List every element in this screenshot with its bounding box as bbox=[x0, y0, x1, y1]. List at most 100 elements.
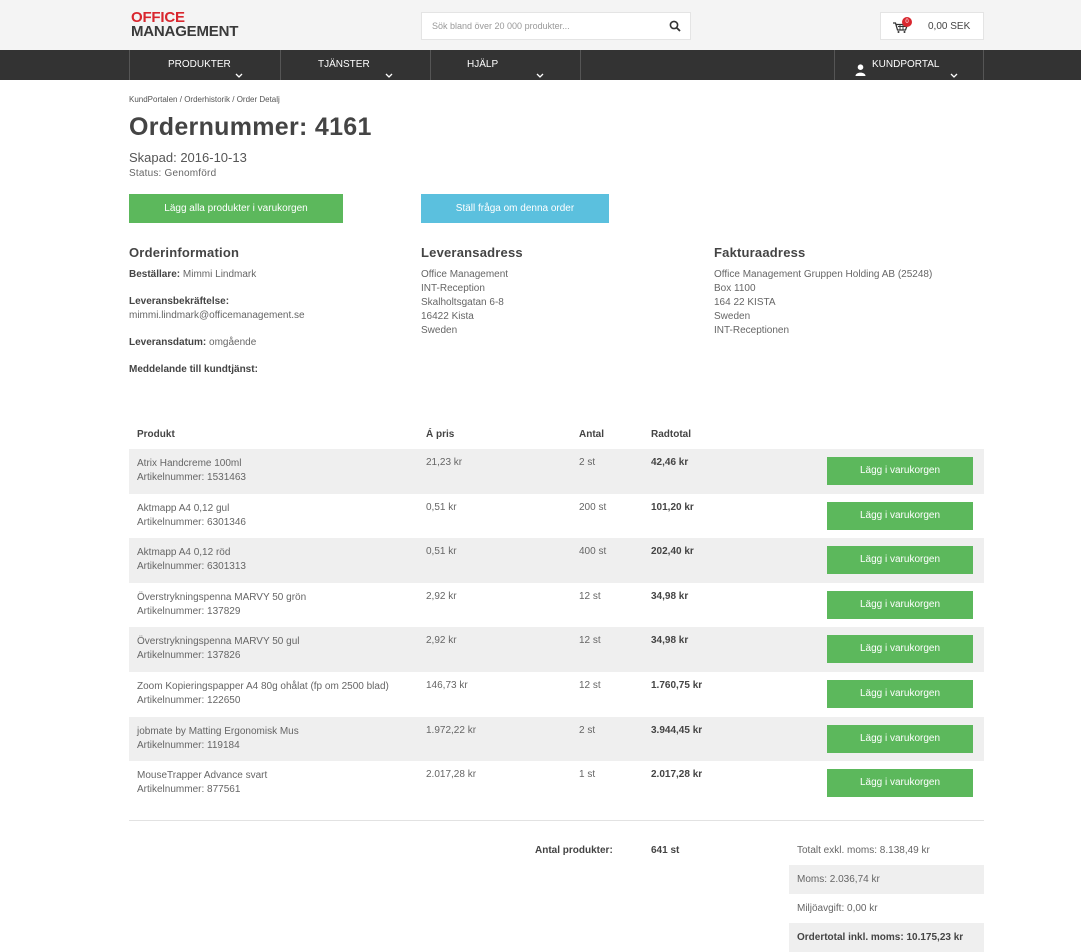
product-cell: Aktmapp A4 0,12 röd Artikelnummer: 63013… bbox=[137, 546, 246, 574]
top-bar: OFFICE MANAGEMENT 0 0,00 SEK bbox=[0, 0, 1081, 50]
table-row: Zoom Kopieringspapper A4 80g ohålat (fp … bbox=[129, 672, 984, 717]
row-total: 202,40 kr bbox=[651, 546, 694, 558]
article-number: Artikelnummer: 137826 bbox=[137, 650, 241, 662]
product-cell: Överstrykningspenna MARVY 50 grön Artike… bbox=[137, 591, 306, 619]
delivery-address-line: Skalholtsgatan 6-8 bbox=[421, 297, 504, 308]
order-status: Status: Genomförd bbox=[129, 168, 217, 179]
total-excl-vat: Totalt exkl. moms: 8.138,49 kr bbox=[797, 845, 930, 856]
product-name[interactable]: Överstrykningspenna MARVY 50 gul bbox=[137, 635, 300, 649]
add-all-to-cart-button[interactable]: Lägg alla produkter i varukorgen bbox=[129, 194, 343, 223]
add-to-cart-button[interactable]: Lägg i varukorgen bbox=[827, 457, 973, 485]
breadcrumb-separator: / bbox=[232, 95, 235, 104]
unit-price: 2.017,28 kr bbox=[426, 769, 477, 781]
product-name[interactable]: jobmate by Matting Ergonomisk Mus bbox=[137, 725, 299, 739]
message-row: Meddelande till kundtjänst: bbox=[129, 363, 305, 377]
column-header-qty: Antal bbox=[579, 429, 604, 440]
breadcrumb-kundportalen[interactable]: KundPortalen bbox=[129, 95, 177, 104]
confirmation-value: mimmi.lindmark@officemanagement.se bbox=[129, 310, 305, 321]
add-to-cart-button[interactable]: Lägg i varukorgen bbox=[827, 769, 973, 798]
invoice-address-line: Office Management Gruppen Holding AB (25… bbox=[714, 269, 933, 280]
article-number: Artikelnummer: 1531463 bbox=[137, 472, 246, 483]
column-header-total: Radtotal bbox=[651, 429, 691, 440]
ask-question-button[interactable]: Ställ fråga om denna order bbox=[421, 194, 609, 223]
chevron-down-icon bbox=[950, 62, 958, 92]
quantity: 12 st bbox=[579, 590, 601, 602]
table-row: Aktmapp A4 0,12 röd Artikelnummer: 63013… bbox=[129, 538, 984, 583]
product-cell: Överstrykningspenna MARVY 50 gul Artikel… bbox=[137, 635, 300, 663]
row-total: 34,98 kr bbox=[651, 590, 689, 602]
column-header-product: Produkt bbox=[137, 429, 175, 440]
search-input[interactable] bbox=[422, 13, 652, 39]
chevron-down-icon bbox=[235, 62, 243, 92]
logo[interactable]: OFFICE MANAGEMENT bbox=[131, 10, 239, 40]
product-name[interactable]: Atrix Handcreme 100ml bbox=[137, 457, 246, 471]
invoice-address-line: 164 22 KISTA bbox=[714, 297, 776, 308]
add-to-cart-button[interactable]: Lägg i varukorgen bbox=[827, 679, 973, 708]
order-information: Orderinformation Beställare: Mimmi Lindm… bbox=[129, 245, 305, 390]
product-name[interactable]: MouseTrapper Advance svart bbox=[137, 769, 267, 783]
nav-label-produkter: PRODUKTER bbox=[168, 59, 231, 70]
column-header-price: Á pris bbox=[426, 429, 455, 440]
table-row: Överstrykningspenna MARVY 50 grön Artike… bbox=[129, 583, 984, 628]
quantity: 200 st bbox=[579, 501, 607, 513]
quantity: 2 st bbox=[579, 724, 596, 736]
main-nav: PRODUKTER TJÄNSTER HJÄLP KUNDPORTAL bbox=[0, 50, 1081, 80]
order-information-heading: Orderinformation bbox=[129, 245, 240, 260]
product-name[interactable]: Aktmapp A4 0,12 gul bbox=[137, 502, 246, 516]
unit-price: 2,92 kr bbox=[426, 590, 457, 602]
confirmation-row: Leveransbekräftelse: mimmi.lindmark@offi… bbox=[129, 295, 305, 323]
product-name[interactable]: Zoom Kopieringspapper A4 80g ohålat (fp … bbox=[137, 680, 389, 694]
add-to-cart-button[interactable]: Lägg i varukorgen bbox=[827, 501, 973, 530]
search-icon[interactable] bbox=[669, 20, 681, 35]
orderer-row: Beställare: Mimmi Lindmark bbox=[129, 268, 305, 282]
invoice-address-line: INT-Receptionen bbox=[714, 325, 790, 336]
unit-price: 0,51 kr bbox=[426, 501, 457, 513]
quantity: 400 st bbox=[579, 546, 607, 558]
article-number: Artikelnummer: 6301313 bbox=[137, 561, 246, 573]
table-row: jobmate by Matting Ergonomisk Mus Artike… bbox=[129, 716, 984, 762]
divider bbox=[129, 820, 984, 821]
chevron-down-icon bbox=[536, 62, 544, 92]
row-total: 3.944,45 kr bbox=[651, 724, 703, 736]
row-total: 42,46 kr bbox=[651, 457, 689, 468]
delivery-address-heading: Leveransadress bbox=[421, 245, 523, 260]
invoice-address-heading: Fakturaadress bbox=[714, 245, 806, 260]
cart-button[interactable]: 0 0,00 SEK bbox=[880, 12, 984, 40]
nav-label-hjalp: HJÄLP bbox=[467, 59, 499, 70]
row-total: 1.760,75 kr bbox=[651, 679, 703, 691]
delivery-date-row: Leveransdatum: omgående bbox=[129, 336, 305, 350]
nav-spacer bbox=[580, 50, 834, 80]
unit-price: 146,73 kr bbox=[426, 679, 468, 691]
quantity: 1 st bbox=[579, 769, 596, 781]
add-to-cart-button[interactable]: Lägg i varukorgen bbox=[827, 546, 973, 575]
article-number: Artikelnummer: 122650 bbox=[137, 694, 241, 706]
nav-item-kundportal[interactable]: KUNDPORTAL bbox=[834, 50, 984, 80]
row-total: 2.017,28 kr bbox=[651, 769, 703, 781]
breadcrumb: KundPortalen / Orderhistorik / Order Det… bbox=[129, 95, 280, 104]
product-cell: Aktmapp A4 0,12 gul Artikelnummer: 63013… bbox=[137, 502, 246, 530]
breadcrumb-separator: / bbox=[179, 95, 182, 104]
add-to-cart-button[interactable]: Lägg i varukorgen bbox=[827, 635, 973, 664]
nav-item-hjalp[interactable]: HJÄLP bbox=[430, 50, 580, 80]
environmental-fee: Miljöavgift: 0,00 kr bbox=[797, 903, 878, 914]
add-to-cart-button[interactable]: Lägg i varukorgen bbox=[827, 724, 973, 753]
breadcrumb-orderhistorik[interactable]: Orderhistorik bbox=[184, 95, 230, 104]
unit-price: 21,23 kr bbox=[426, 457, 463, 468]
product-cell: Atrix Handcreme 100ml Artikelnummer: 153… bbox=[137, 457, 246, 485]
quantity: 12 st bbox=[579, 635, 601, 647]
article-number: Artikelnummer: 877561 bbox=[137, 784, 241, 796]
table-row: Aktmapp A4 0,12 gul Artikelnummer: 63013… bbox=[129, 494, 984, 539]
logo-line2: MANAGEMENT bbox=[131, 23, 239, 40]
product-name[interactable]: Aktmapp A4 0,12 röd bbox=[137, 546, 246, 560]
nav-item-produkter[interactable]: PRODUKTER bbox=[129, 50, 280, 80]
table-header: Produkt Á pris Antal Radtotal bbox=[129, 420, 984, 449]
order-created-date: Skapad: 2016-10-13 bbox=[129, 150, 247, 165]
delivery-date-label: Leveransdatum: bbox=[129, 337, 207, 348]
product-cell: MouseTrapper Advance svart Artikelnummer… bbox=[137, 769, 267, 797]
order-total-incl-vat: Ordertotal inkl. moms: 10.175,23 kr bbox=[789, 923, 984, 952]
nav-item-tjanster[interactable]: TJÄNSTER bbox=[280, 50, 430, 80]
article-number: Artikelnummer: 137829 bbox=[137, 605, 241, 617]
add-to-cart-button[interactable]: Lägg i varukorgen bbox=[827, 590, 973, 619]
delivery-address: Leveransadress Office Management INT-Rec… bbox=[421, 245, 523, 338]
product-name[interactable]: Överstrykningspenna MARVY 50 grön bbox=[137, 591, 306, 605]
